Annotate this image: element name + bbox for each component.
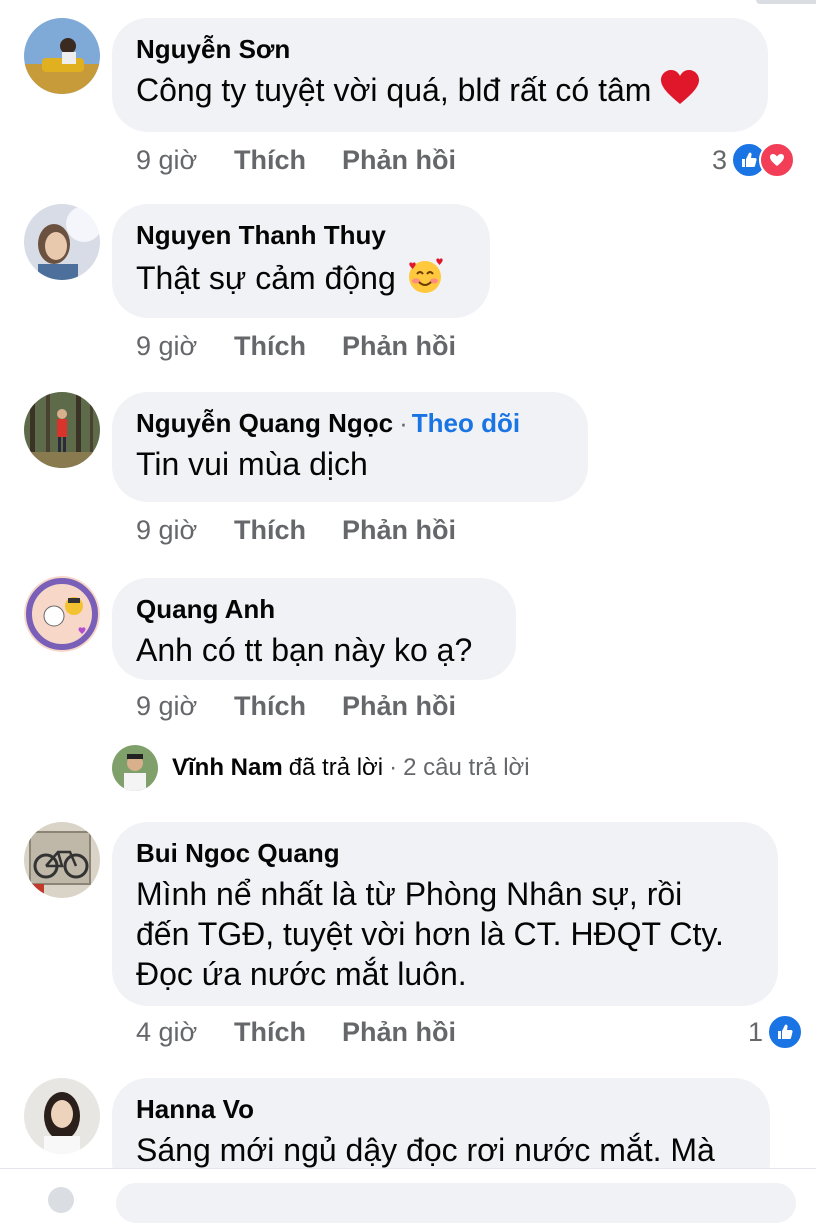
comment-actions: 9 giờ Thích Phản hồi [136, 688, 456, 724]
separator-dot: · [389, 754, 398, 781]
comment-bubble: Bui Ngoc Quang Mình nể nhất là từ Phòng … [112, 822, 778, 1006]
comment-actions: 4 giờ Thích Phản hồi [136, 1014, 456, 1050]
comment-bubble: Nguyễn Quang Ngọc · Theo dõi Tin vui mùa d… [112, 392, 588, 502]
replier-avatar [112, 745, 158, 791]
like-icon [767, 1014, 804, 1050]
comment-bubble: Nguyễn Sơn Công ty tuyệt vời quá, blđ rấ… [112, 18, 768, 132]
comment-text-content: Thật sự cảm động [136, 259, 396, 296]
reply-button[interactable]: Phản hồi [342, 512, 456, 548]
reaction-summary[interactable]: 1 [748, 1014, 804, 1050]
comment-author[interactable]: Nguyen Thanh Thuy [136, 218, 466, 252]
comment-actions: 9 giờ Thích Phản hồi [136, 512, 456, 548]
comment-time: 9 giờ [136, 515, 198, 545]
comment-author-line: Nguyễn Quang Ngọc · Theo dõi [136, 406, 564, 440]
comment-bubble: Nguyen Thanh Thuy Thật sự cảm động [112, 204, 490, 318]
follow-button[interactable]: Theo dõi [412, 408, 520, 438]
comment-composer-bar [0, 1168, 816, 1223]
comment-author[interactable]: Quang Anh [136, 592, 492, 626]
comment-author[interactable]: Nguyễn Sơn [136, 32, 744, 66]
comment-time: 9 giờ [136, 145, 198, 175]
avatar[interactable] [24, 204, 100, 280]
avatar[interactable] [24, 822, 100, 898]
red-heart-icon [660, 70, 700, 115]
comment-author[interactable]: Bui Ngoc Quang [136, 836, 754, 870]
like-button[interactable]: Thích [234, 142, 342, 178]
comment-feed[interactable]: Nguyễn Sơn Công ty tuyệt vời quá, blđ rấ… [0, 0, 816, 1168]
comment-input[interactable] [116, 1183, 796, 1223]
comment-text: Thật sự cảm động [136, 256, 466, 305]
replier-name: Vĩnh Nam [172, 754, 283, 781]
avatar[interactable] [24, 18, 100, 94]
avatar[interactable] [24, 576, 100, 652]
comment-text: Mình nể nhất là từ Phòng Nhân sự, rồi đế… [136, 874, 754, 994]
like-button[interactable]: Thích [234, 328, 342, 364]
reply-count: 2 câu trả lời [403, 754, 530, 781]
comment-text: Sáng mới ngủ dậy đọc rơi nước mắt. Mà [136, 1132, 715, 1168]
comment-time: 9 giờ [136, 691, 198, 721]
comment-time: 9 giờ [136, 331, 198, 361]
like-button[interactable]: Thích [234, 512, 342, 548]
comment-text-line: đến TGĐ, tuyệt vời hơn là CT. HĐQT Cty. [136, 916, 724, 952]
comment-author[interactable]: Hanna Vo [136, 1092, 746, 1126]
comment-text: Tin vui mùa dịch [136, 446, 368, 482]
comment-actions: 9 giờ Thích Phản hồi [136, 328, 456, 364]
comment-text-line: Đọc ứa nước mắt luôn. [136, 956, 467, 992]
comment-actions: 9 giờ Thích Phản hồi [136, 142, 456, 178]
reply-button[interactable]: Phản hồi [342, 1014, 456, 1050]
reaction-count: 3 [712, 144, 728, 175]
comment-bubble: Quang Anh Anh có tt bạn này ko ạ? [112, 578, 516, 680]
smiling-face-with-hearts-icon [405, 256, 445, 305]
avatar[interactable] [24, 1078, 100, 1154]
reply-button[interactable]: Phản hồi [342, 328, 456, 364]
view-replies-link[interactable]: Vĩnh Nam đã trả lời · 2 câu trả lời [112, 744, 530, 792]
reaction-summary[interactable]: 3 [712, 142, 796, 178]
reply-button[interactable]: Phản hồi [342, 688, 456, 724]
separator-dot: · [399, 408, 408, 438]
comment-bubble: Hanna Vo Sáng mới ngủ dậy đọc rơi nước m… [112, 1078, 770, 1168]
like-button[interactable]: Thích [234, 1014, 342, 1050]
comment-text: Công ty tuyệt vời quá, blđ rất có tâm [136, 70, 744, 115]
like-button[interactable]: Thích [234, 688, 342, 724]
camera-icon[interactable] [48, 1187, 74, 1213]
love-icon [759, 142, 796, 178]
reply-button[interactable]: Phản hồi [342, 142, 456, 178]
comment-text: Anh có tt bạn này ko ạ? [136, 632, 473, 668]
replied-text: đã trả lời [288, 754, 384, 781]
comment-author[interactable]: Nguyễn Quang Ngọc [136, 408, 393, 438]
comment-time: 4 giờ [136, 1017, 198, 1047]
comment-text-content: Công ty tuyệt vời quá, blđ rất có tâm [136, 72, 652, 108]
avatar[interactable] [24, 392, 100, 468]
comment-text-line: Mình nể nhất là từ Phòng Nhân sự, rồi [136, 876, 683, 912]
reaction-count: 1 [748, 1016, 764, 1047]
